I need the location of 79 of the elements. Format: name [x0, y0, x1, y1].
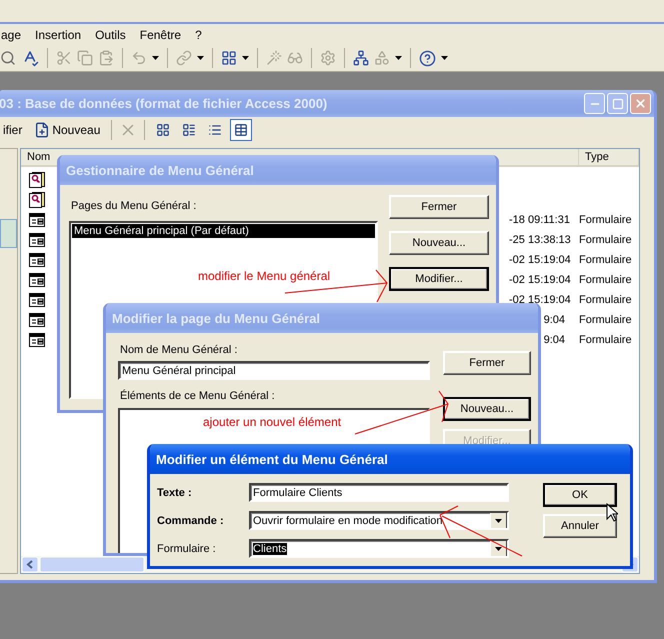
dialog-button[interactable]: Fermer — [443, 351, 531, 375]
view-icon — [156, 123, 170, 137]
menu-item[interactable]: age — [0, 28, 22, 42]
analyze-icon[interactable] — [221, 50, 237, 66]
dropdown-caret-icon[interactable] — [242, 56, 249, 60]
field-value: Ouvrir formulaire en mode modification — [253, 514, 443, 526]
window-title: Modifier la page du Menu Général — [112, 310, 322, 326]
field-label: Commande : — [157, 514, 225, 526]
field-label: Nom de Menu Général : — [119, 343, 238, 358]
window-title: Gestionnaire de Menu Général — [66, 162, 255, 178]
dropdown-caret-icon[interactable] — [441, 56, 448, 60]
selected-text: Clients — [253, 542, 287, 554]
type-cell-text: Formulaire — [579, 214, 633, 226]
dialog-button[interactable]: Modifier... — [389, 267, 489, 291]
form-icon — [29, 313, 45, 327]
dropdown-field[interactable]: Ouvrir formulaire en mode modification — [249, 511, 509, 530]
field-label: Éléments de ce Menu Général : — [119, 388, 276, 404]
form-icon — [29, 233, 45, 247]
dropdown-button[interactable] — [490, 541, 507, 556]
caret-icon — [495, 518, 502, 522]
dialog-button[interactable]: OK — [543, 483, 617, 507]
form-icon — [29, 253, 45, 267]
date-cell-text: -02 15:19:04 — [509, 294, 572, 306]
list-item[interactable]: Menu Général principal (Par défaut) — [72, 224, 375, 238]
date-cell-text: -25 13:38:13 — [509, 234, 572, 246]
new-button[interactable]: Nouveau — [30, 119, 104, 141]
dialog-button[interactable]: Annuler — [543, 514, 617, 538]
dropdown-field[interactable]: Clients — [249, 539, 509, 558]
date-cell-text: -02 15:19:04 — [509, 254, 572, 266]
mouse-pointer-icon — [606, 503, 618, 522]
dropdown-button[interactable] — [490, 513, 507, 528]
view-icon — [208, 123, 222, 137]
date-cell-text: 9:04 — [542, 334, 566, 346]
input-field[interactable]: Formulaire Clients — [249, 483, 509, 502]
caret-icon — [495, 546, 502, 550]
annotation-text: modifier le Menu général — [198, 269, 330, 283]
date-cell-text: -02 15:19:04 — [509, 274, 572, 286]
field-value: Formulaire Clients — [253, 486, 342, 498]
type-cell-text: Formulaire — [579, 274, 633, 286]
print-preview-icon[interactable] — [0, 50, 16, 66]
menu-item[interactable]: Outils — [94, 28, 127, 42]
menu-item[interactable]: Fenêtre — [138, 28, 182, 42]
window-title: Modifier un élément du Menu Général — [156, 452, 389, 466]
dropdown-caret-icon[interactable] — [152, 56, 159, 60]
type-cell-text: Formulaire — [579, 334, 633, 346]
view-icon — [234, 123, 248, 137]
maximize-icon — [612, 98, 624, 110]
new-document-icon — [34, 122, 50, 138]
field-label: Texte : — [157, 486, 193, 498]
type-cell-text: Formulaire — [579, 254, 633, 266]
dialog-button[interactable]: Fermer — [389, 195, 489, 219]
annotation-text: ajouter un nouvel élément — [203, 415, 342, 429]
modify-button[interactable]: ifier — [0, 119, 26, 141]
column-header[interactable]: Type — [579, 149, 639, 167]
form-icon — [29, 333, 45, 347]
date-cell-text: 9:04 — [542, 314, 566, 326]
menu-item[interactable]: Insertion — [34, 28, 82, 42]
dropdown-caret-icon[interactable] — [197, 56, 204, 60]
form-icon — [29, 273, 45, 287]
field-label: Pages du Menu Général : — [70, 199, 198, 214]
type-cell-text: Formulaire — [579, 314, 633, 326]
type-cell-text: Formulaire — [579, 294, 633, 306]
menu-item[interactable]: ? — [194, 28, 203, 42]
date-cell-text: -18 09:11:31 — [509, 214, 571, 226]
dropdown-caret-icon[interactable] — [395, 56, 402, 60]
dialog-button[interactable]: Nouveau... — [443, 397, 531, 421]
close-icon — [634, 97, 647, 110]
form-icon — [29, 213, 45, 227]
view-icon — [182, 123, 196, 137]
field-label: Formulaire : — [157, 542, 217, 554]
details-view-button[interactable] — [230, 119, 252, 141]
relationships-icon[interactable] — [353, 50, 369, 66]
document-key-icon — [29, 192, 45, 208]
dialog-button[interactable]: Nouveau... — [389, 231, 489, 255]
type-cell-text: Formulaire — [579, 234, 633, 246]
document-key-icon — [29, 172, 45, 188]
form-icon — [29, 293, 45, 307]
input-field[interactable]: Menu Général principal — [118, 361, 430, 380]
help-icon[interactable] — [419, 50, 436, 66]
